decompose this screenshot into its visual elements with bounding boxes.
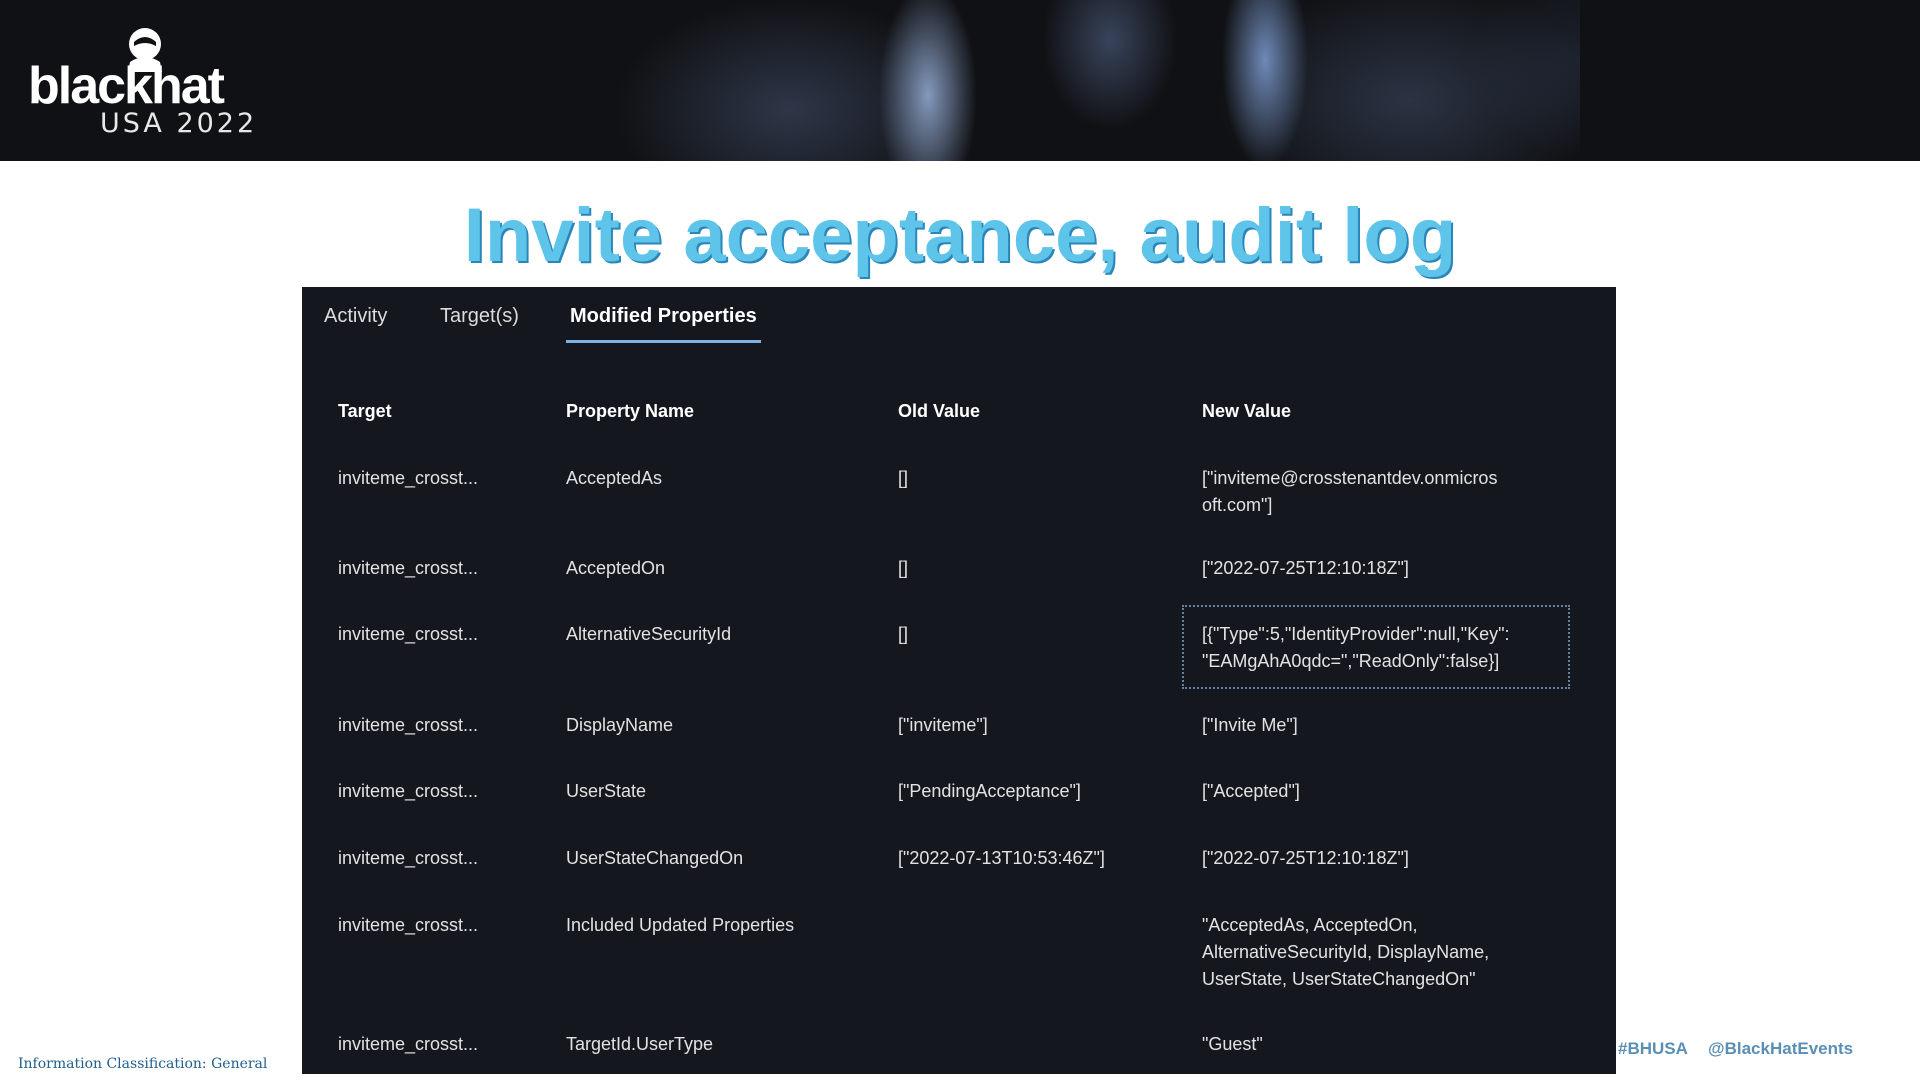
audit-log-panel: Activity Target(s) Modified Properties T… (302, 287, 1616, 1074)
old-value-cell: ["2022-07-13T10:53:46Z"] (898, 848, 1105, 868)
old-value-cell: ["inviteme"] (898, 715, 988, 735)
target-cell: inviteme_crosst... (338, 915, 479, 935)
new-value-cell: ["Accepted"] (1202, 781, 1300, 801)
property-name-cell: DisplayName (566, 715, 674, 735)
property-name-cell: UserStateChangedOn (566, 848, 744, 868)
twitter-handle-label: @BlackHatEvents (1708, 1039, 1854, 1058)
target-cell: inviteme_crosst... (338, 1034, 479, 1054)
new-value-cell: "Guest" (1202, 1034, 1263, 1054)
old-value-cell: ["PendingAcceptance"] (898, 781, 1081, 801)
target-cell: inviteme_crosst... (338, 558, 479, 578)
column-header-new-value[interactable]: New Value (1202, 398, 1582, 425)
column-header-old-value[interactable]: Old Value (898, 398, 1188, 425)
classification-label: Information Classification: General (18, 1056, 268, 1072)
new-value-cell: ["Invite Me"] (1202, 715, 1298, 735)
new-value-cell: ["inviteme@crosstenantdev.onmicros oft.c… (1202, 468, 1498, 515)
old-value-cell: [] (898, 624, 909, 644)
target-cell: inviteme_crosst... (338, 624, 479, 644)
blackhat-logo: blackhat USA 2022 (28, 26, 308, 139)
property-name-cell: AcceptedOn (566, 558, 666, 578)
column-header-property-name[interactable]: Property Name (566, 398, 886, 425)
header-banner: blackhat USA 2022 (0, 0, 1920, 161)
logo-event-label: USA 2022 (100, 108, 258, 139)
target-cell: inviteme_crosst... (338, 781, 479, 801)
new-value-cell: ["2022-07-25T12:10:18Z"] (1202, 558, 1409, 578)
property-name-cell: AcceptedAs (566, 468, 663, 488)
tab-modified-properties[interactable]: Modified Properties (566, 305, 761, 343)
tab-targets[interactable]: Target(s) (440, 305, 519, 340)
property-name-cell: UserState (566, 781, 647, 801)
slide-title: Invite acceptance, audit log (463, 193, 1457, 278)
new-value-cell: "AcceptedAs, AcceptedOn, AlternativeSecu… (1202, 915, 1490, 989)
banner-artwork (330, 0, 1580, 161)
social-tags: #BHUSA @BlackHatEvents (1618, 1039, 1853, 1059)
old-value-cell: [] (898, 558, 909, 578)
property-name-cell: Included Updated Properties (566, 915, 795, 935)
new-value-cell: ["2022-07-25T12:10:18Z"] (1202, 848, 1409, 868)
column-header-target[interactable]: Target (338, 398, 548, 425)
tab-activity[interactable]: Activity (324, 305, 387, 340)
old-value-cell: [] (898, 468, 909, 488)
property-name-cell: TargetId.UserType (566, 1034, 714, 1054)
target-cell: inviteme_crosst... (338, 715, 479, 735)
target-cell: inviteme_crosst... (338, 468, 479, 488)
new-value-cell[interactable]: [{"Type":5,"IdentityProvider":null,"Key"… (1202, 621, 1582, 675)
logo-wordmark: blackhat (28, 57, 225, 115)
property-name-cell: AlternativeSecurityId (566, 624, 732, 644)
tab-bar: Activity Target(s) Modified Properties (302, 287, 1616, 347)
target-cell: inviteme_crosst... (338, 848, 479, 868)
hashtag-label: #BHUSA (1618, 1039, 1688, 1058)
